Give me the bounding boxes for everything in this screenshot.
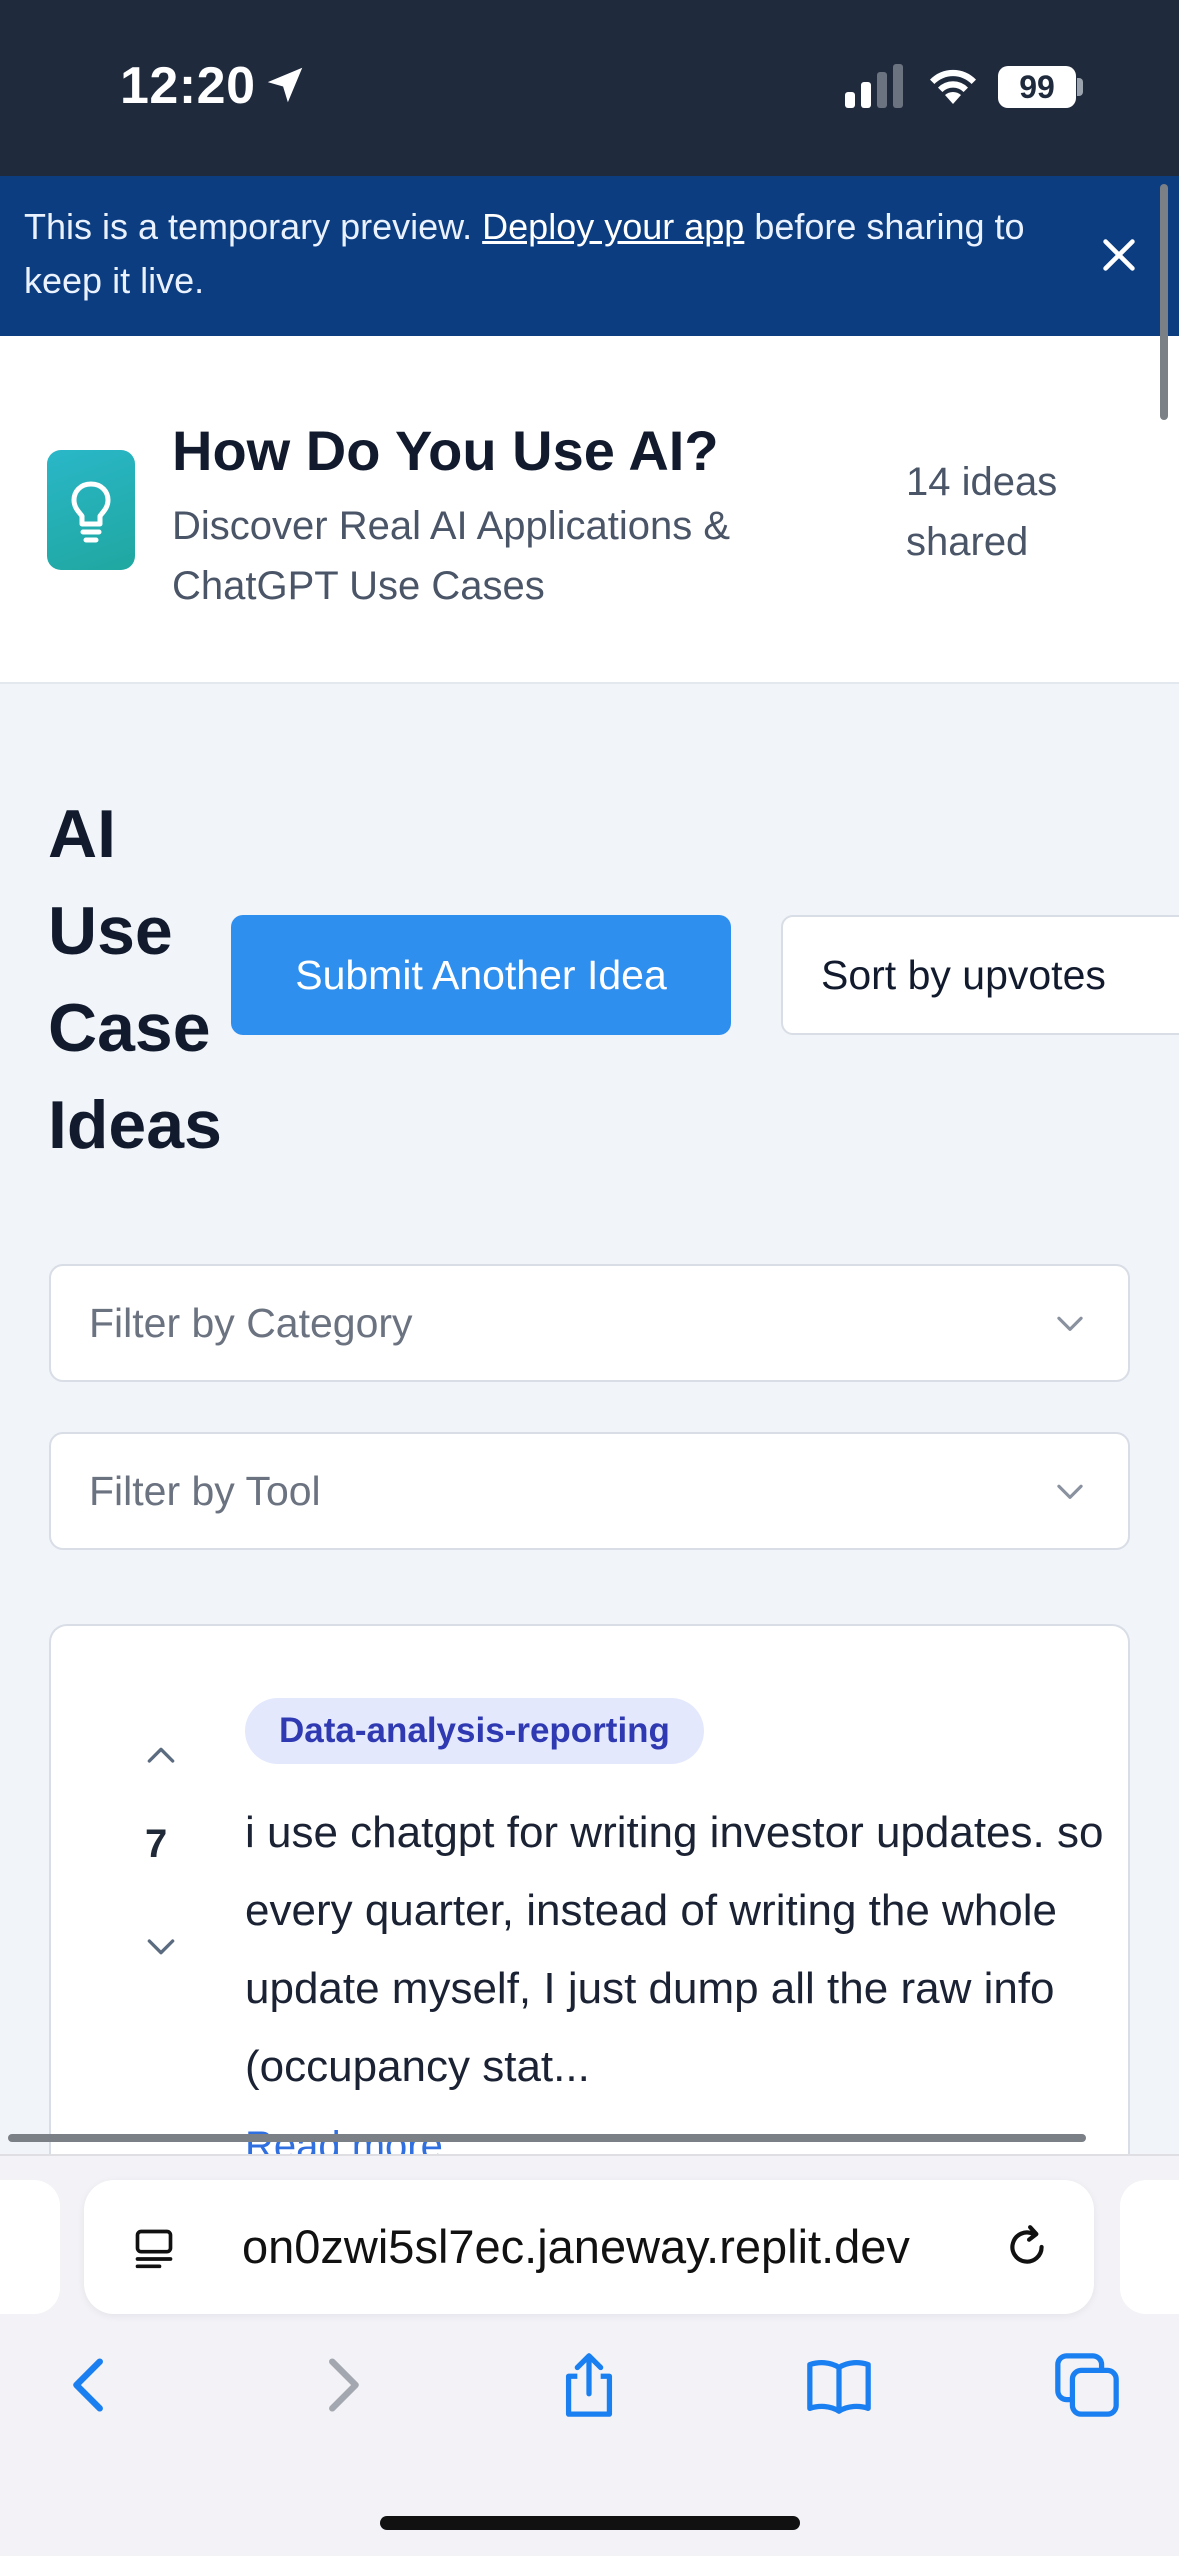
- app-logo: [47, 450, 135, 570]
- banner-message: This is a temporary preview. Deploy your…: [24, 200, 1064, 308]
- idea-text: i use chatgpt for writing investor updat…: [245, 1808, 1104, 2091]
- tool-filter-select[interactable]: Filter by Tool: [49, 1432, 1130, 1550]
- preview-banner: This is a temporary preview. Deploy your…: [0, 176, 1179, 336]
- vertical-scrollbar[interactable]: [1160, 184, 1168, 420]
- sort-select[interactable]: Sort by upvotes: [781, 915, 1179, 1035]
- bookmarks-icon[interactable]: [804, 2350, 874, 2420]
- category-badge: Data-analysis-reporting: [245, 1698, 704, 1764]
- banner-text-before: This is a temporary preview.: [24, 206, 483, 247]
- lightbulb-icon: [71, 481, 111, 543]
- address-bar[interactable]: on0zwi5sl7ec.janeway.replit.dev: [84, 2180, 1094, 2314]
- idea-card: 7 Data-analysis-reporting i use chatgpt …: [49, 1624, 1130, 2164]
- ideas-count: 14 ideas shared: [906, 460, 1058, 564]
- battery-indicator: 99: [998, 66, 1076, 108]
- chevron-down-icon: [1057, 1316, 1083, 1331]
- location-arrow-icon: [267, 67, 303, 103]
- share-icon[interactable]: [554, 2350, 624, 2420]
- back-icon[interactable]: [56, 2350, 126, 2420]
- previous-tab-preview[interactable]: [0, 2180, 60, 2314]
- app-subtitle: Discover Real AI Applications & ChatGPT …: [172, 504, 731, 608]
- close-icon[interactable]: [1096, 232, 1142, 278]
- reload-icon[interactable]: [1002, 2222, 1052, 2272]
- url-text: on0zwi5sl7ec.janeway.replit.dev: [242, 2220, 910, 2273]
- horizontal-scrollbar[interactable]: [8, 2134, 1086, 2142]
- vote-count: 7: [145, 1822, 168, 1866]
- tool-filter-label: Filter by Tool: [89, 1468, 321, 1514]
- submit-idea-button[interactable]: Submit Another Idea: [231, 915, 731, 1035]
- page-menu-icon[interactable]: [132, 2226, 176, 2270]
- forward-icon[interactable]: [306, 2350, 376, 2420]
- category-filter-select[interactable]: Filter by Category: [49, 1264, 1130, 1382]
- category-filter-label: Filter by Category: [89, 1300, 413, 1346]
- status-bar: 12:20 99: [0, 0, 1179, 176]
- status-time: 12:20: [120, 57, 256, 115]
- upvote-icon[interactable]: [141, 1736, 181, 1776]
- tabs-icon[interactable]: [1052, 2350, 1122, 2420]
- section-title: AI Use Case Ideas: [48, 796, 222, 1163]
- chevron-down-icon: [1057, 1484, 1083, 1499]
- downvote-icon[interactable]: [141, 1926, 181, 1966]
- app-title: How Do You Use AI?: [172, 419, 719, 482]
- home-indicator: [380, 2516, 800, 2530]
- deploy-link[interactable]: Deploy your app: [482, 206, 744, 247]
- wifi-icon: [930, 69, 976, 104]
- battery-tip: [1077, 78, 1083, 96]
- next-tab-preview[interactable]: [1120, 2180, 1179, 2314]
- cellular-signal-icon: [845, 64, 903, 108]
